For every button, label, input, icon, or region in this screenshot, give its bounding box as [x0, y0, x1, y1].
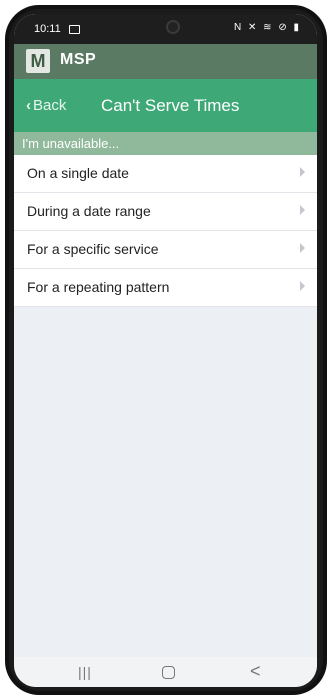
list-item-label: On a single date — [27, 165, 129, 181]
back-button[interactable]: ‹ Back — [26, 97, 66, 114]
section-header-label: I'm unavailable... — [22, 136, 120, 151]
list-item-label: For a specific service — [27, 241, 159, 257]
navigation-bar: ‹ Back Can't Serve Times — [14, 79, 317, 132]
recent-apps-icon[interactable]: ||| — [78, 664, 92, 680]
gallery-notification-icon — [69, 25, 80, 34]
status-time: 10:11 — [34, 23, 61, 35]
page-title: Can't Serve Times — [101, 96, 240, 115]
app-bar: M MSP — [14, 44, 317, 79]
chevron-right-icon — [300, 243, 305, 253]
list-item-date-range[interactable]: During a date range — [14, 193, 317, 231]
section-header: I'm unavailable... — [14, 132, 317, 155]
back-label: Back — [33, 97, 67, 114]
chevron-right-icon — [300, 167, 305, 177]
system-back-icon[interactable]: < — [250, 661, 261, 682]
chevron-right-icon — [300, 281, 305, 291]
list-item-single-date[interactable]: On a single date — [14, 155, 317, 193]
app-logo: M — [26, 49, 50, 73]
list-item-specific-service[interactable]: For a specific service — [14, 231, 317, 269]
home-icon[interactable] — [162, 666, 175, 679]
chevron-right-icon — [300, 205, 305, 215]
app-name: MSP — [60, 51, 97, 68]
unavailability-options-list: On a single date During a date range For… — [14, 155, 317, 307]
screen: 10:11 N ✕ ≋ ⊘ ▮ M MSP ‹ Back Can't Serve … — [14, 14, 317, 687]
status-icons: N ✕ ≋ ⊘ ▮ — [234, 22, 301, 33]
list-item-label: For a repeating pattern — [27, 279, 170, 295]
front-camera — [166, 20, 180, 34]
list-item-repeating-pattern[interactable]: For a repeating pattern — [14, 269, 317, 307]
list-item-label: During a date range — [27, 203, 151, 219]
system-navigation-bar: ||| < — [14, 657, 317, 687]
chevron-left-icon: ‹ — [26, 97, 31, 114]
